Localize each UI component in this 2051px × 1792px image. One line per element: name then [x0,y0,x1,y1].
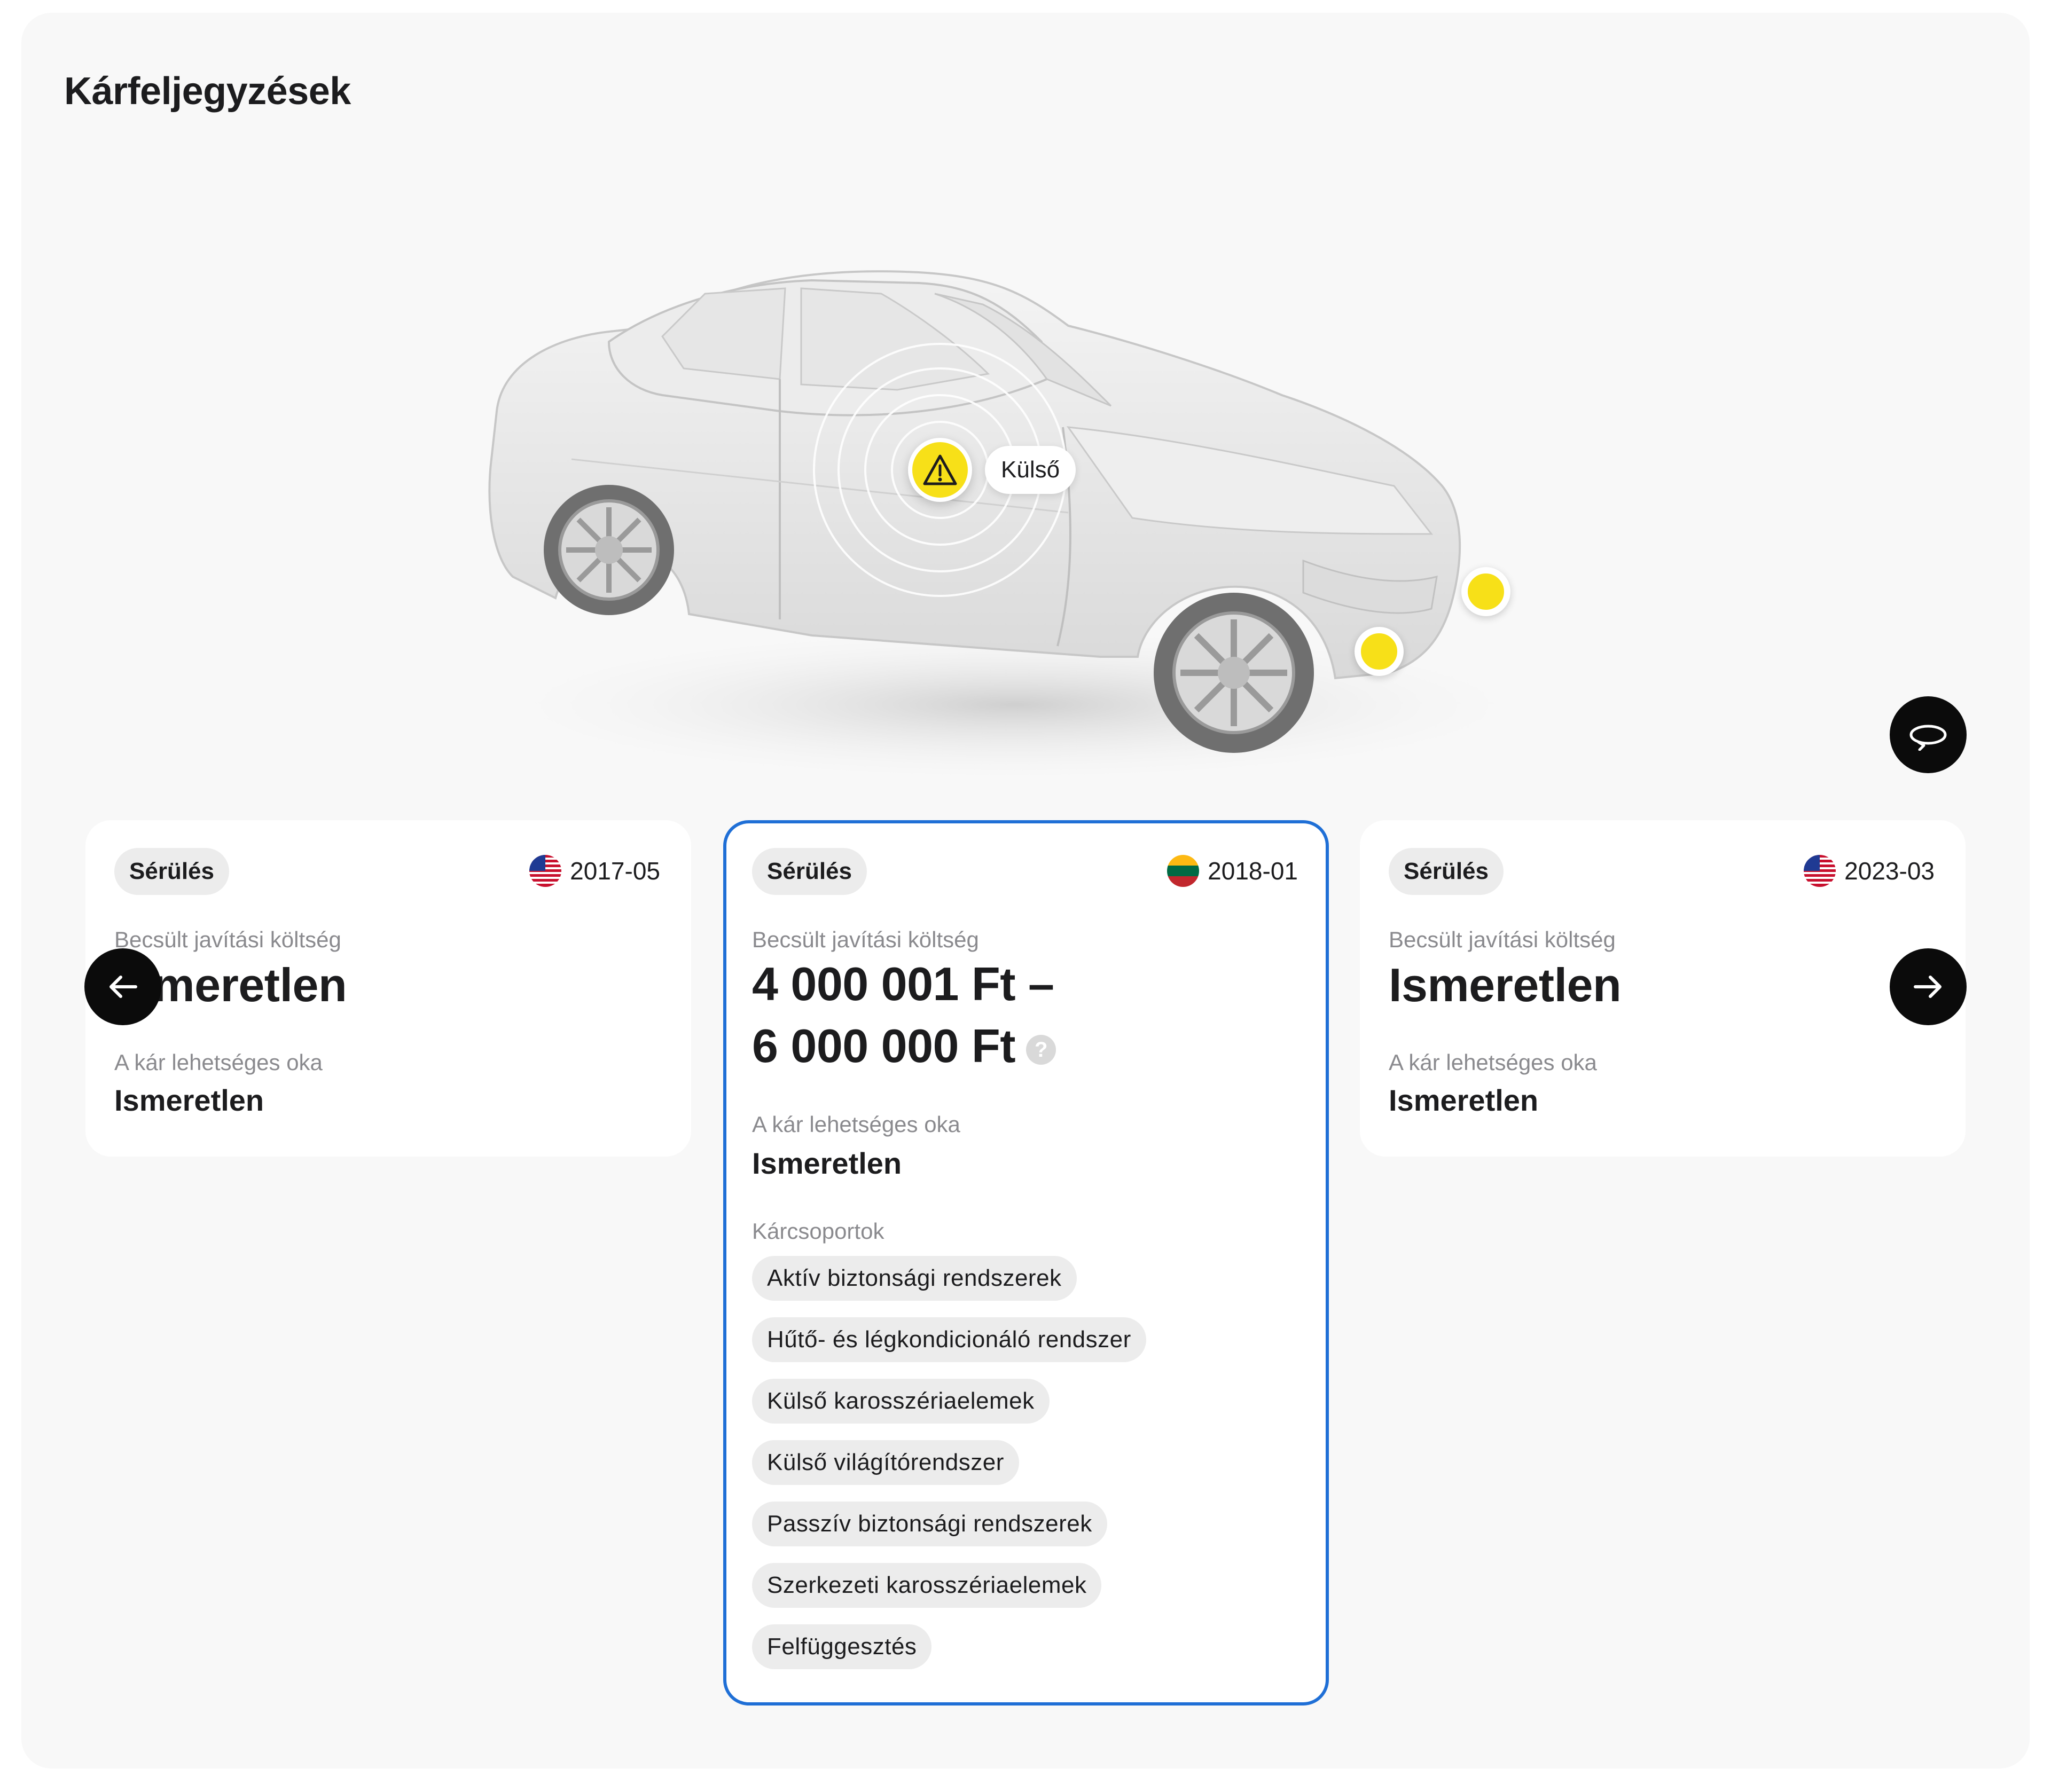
group-tag: Passzív biztonsági rendszerek [752,1502,1107,1546]
cost-range-line1: 4 000 001 Ft – [752,957,1054,1010]
record-date: 2017-05 [570,857,660,885]
cause-value: Ismeretlen [114,1083,264,1117]
damage-groups-list: Aktív biztonsági rendszerek Hűtő- és lég… [752,1256,1146,1669]
type-badge: Sérülés [752,848,867,895]
lt-flag-icon [1167,855,1200,887]
cost-value: Ismeretlen [1389,958,1622,1011]
date-with-flag: 2023-03 [1804,852,1935,890]
group-tag: Külső karosszériaelemek [752,1379,1050,1424]
us-flag-icon [1804,855,1836,887]
car-illustration [470,270,1560,785]
damage-card[interactable]: Sérülés 2023-03 Becsült javítási költség… [1360,820,1966,1157]
page-title: Kárfeljegyzések [64,70,351,113]
group-tag: Külső világítórendszer [752,1440,1019,1485]
cost-label: Becsült javítási költség [114,927,341,952]
warning-icon [923,454,957,485]
rotate-icon [1909,725,1947,751]
damage-marker-exterior[interactable] [908,438,972,502]
record-date: 2018-01 [1208,857,1298,885]
us-flag-icon [529,855,562,887]
date-with-flag: 2017-05 [529,852,660,890]
group-tag: Hűtő- és légkondicionáló rendszer [752,1317,1146,1362]
type-badge: Sérülés [114,848,229,895]
arrow-left-icon [109,976,137,998]
cause-value: Ismeretlen [752,1146,902,1180]
cost-label: Becsült javítási költség [1389,927,1616,952]
record-date: 2023-03 [1844,857,1935,885]
help-icon[interactable]: ? [1026,1034,1056,1065]
previous-button[interactable] [84,948,161,1025]
damage-card[interactable]: Sérülés 2017-05 Becsült javítási költség… [85,820,691,1157]
arrow-right-icon [1914,976,1942,998]
rotate-view-button[interactable] [1890,696,1967,773]
cause-label: A kár lehetséges oka [114,1050,323,1075]
group-tag: Aktív biztonsági rendszerek [752,1256,1077,1301]
groups-label: Kárcsoportok [752,1219,884,1244]
group-tag: Felfüggesztés [752,1624,932,1669]
group-tag: Szerkezeti karosszériaelemek [752,1563,1102,1608]
cost-range-line2-row: 6 000 000 Ft? [752,1019,1056,1073]
marker-label: Külső [985,446,1076,494]
cost-label: Becsült javítási költség [752,927,979,952]
type-badge: Sérülés [1389,848,1504,895]
car-3d-viewer[interactable] [438,235,1602,790]
damage-point-front-right[interactable] [1461,567,1510,616]
damage-card-selected[interactable]: Sérülés 2018-01 Becsült javítási költség… [723,820,1329,1705]
cause-label: A kár lehetséges oka [752,1112,960,1137]
cause-label: A kár lehetséges oka [1389,1050,1597,1075]
damage-point-front-bumper[interactable] [1355,627,1404,676]
cause-value: Ismeretlen [1389,1083,1539,1117]
cost-range-line2: 6 000 000 Ft [752,1019,1016,1072]
next-button[interactable] [1890,948,1967,1025]
date-with-flag: 2018-01 [1167,852,1298,890]
